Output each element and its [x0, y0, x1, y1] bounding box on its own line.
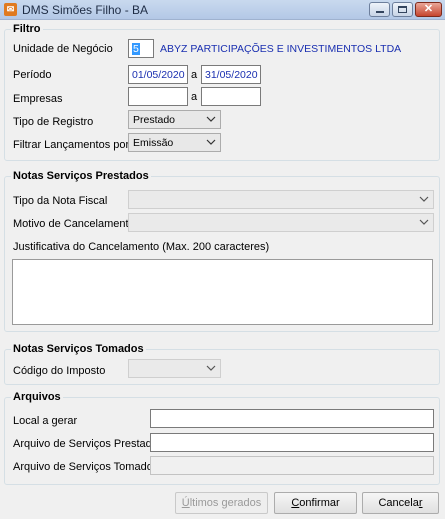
cancelar-button[interactable]: Cancelar [362, 492, 439, 514]
tomados-title: Notas Serviços Tomados [11, 343, 146, 355]
minimize-button[interactable] [369, 2, 390, 17]
ultimos-mnemonic: Ú [181, 497, 190, 509]
filtro-group: Filtro Unidade de Negócio 5 ABYZ PARTICI… [4, 23, 440, 161]
tipo-registro-value: Prestado [133, 114, 176, 126]
tipo-registro-select[interactable]: Prestado [128, 110, 221, 129]
tipo-registro-label: Tipo de Registro [13, 116, 94, 128]
minimize-icon [376, 11, 384, 13]
periodo-label: Período [13, 69, 52, 81]
arquivos-title: Arquivos [11, 391, 63, 403]
filtrar-label: Filtrar Lançamentos por [13, 139, 130, 151]
filtro-title: Filtro [11, 23, 43, 35]
chevron-down-icon [206, 363, 216, 373]
cancelar-label: Cancela [378, 497, 419, 509]
ultimos-gerados-button[interactable]: Últimos gerados [175, 492, 268, 514]
app-icon: ✉ [4, 3, 17, 16]
window-title: DMS Simões Filho - BA [22, 3, 149, 17]
chevron-down-icon [206, 137, 216, 147]
periodo-to-input[interactable]: 31/05/2020 [201, 65, 261, 84]
unidade-code-value: 5 [132, 43, 140, 55]
ultimos-label: ltimos gerados [189, 497, 262, 509]
close-icon: ✕ [423, 3, 434, 15]
tipo-nota-label: Tipo da Nota Fiscal [13, 195, 108, 207]
local-gerar-label: Local a gerar [13, 415, 78, 427]
tomados-group: Notas Serviços Tomados Código do Imposto [4, 343, 440, 385]
empresas-to-input[interactable] [201, 87, 261, 106]
arquivo-tomados-label: Arquivo de Serviços Tomados [13, 461, 159, 473]
tipo-nota-select[interactable] [128, 190, 434, 209]
unidade-name: ABYZ PARTICIPAÇÕES E INVESTIMENTOS LTDA [160, 43, 402, 55]
close-button[interactable]: ✕ [415, 2, 442, 17]
maximize-icon [398, 6, 407, 13]
chevron-down-icon [419, 194, 429, 204]
arquivos-group: Arquivos Local a gerar Arquivo de Serviç… [4, 391, 440, 485]
prestados-group: Notas Serviços Prestados Tipo da Nota Fi… [4, 170, 440, 332]
filtrar-value: Emissão [133, 137, 174, 149]
cancelar-mnemonic: r [418, 497, 423, 509]
maximize-button[interactable] [392, 2, 413, 17]
unidade-label: Unidade de Negócio [13, 43, 113, 55]
motivo-label: Motivo de Cancelamento [13, 218, 135, 230]
unidade-code-input[interactable]: 5 [128, 39, 154, 58]
prestados-title: Notas Serviços Prestados [11, 170, 151, 182]
arquivo-prestados-input[interactable] [150, 433, 434, 452]
codigo-imposto-label: Código do Imposto [13, 365, 106, 377]
empresas-separator: a [191, 91, 198, 103]
chevron-down-icon [206, 114, 216, 124]
title-bar[interactable]: ✉ DMS Simões Filho - BA ✕ [0, 0, 445, 20]
periodo-from-input[interactable]: 01/05/2020 [128, 65, 188, 84]
local-gerar-input[interactable] [150, 409, 434, 428]
arquivo-prestados-label: Arquivo de Serviços Prestados [13, 438, 164, 450]
justificativa-textarea[interactable] [12, 259, 433, 325]
confirmar-button[interactable]: Confirmar [274, 492, 357, 514]
periodo-separator: a [191, 69, 198, 81]
confirmar-label: onfirmar [299, 497, 340, 509]
filtrar-select[interactable]: Emissão [128, 133, 221, 152]
justificativa-label: Justificativa do Cancelamento (Max. 200 … [13, 241, 270, 253]
chevron-down-icon [419, 217, 429, 227]
empresas-label: Empresas [13, 93, 63, 105]
codigo-imposto-select[interactable] [128, 359, 221, 378]
empresas-from-input[interactable] [128, 87, 188, 106]
motivo-select[interactable] [128, 213, 434, 232]
arquivo-tomados-input[interactable] [150, 456, 434, 475]
